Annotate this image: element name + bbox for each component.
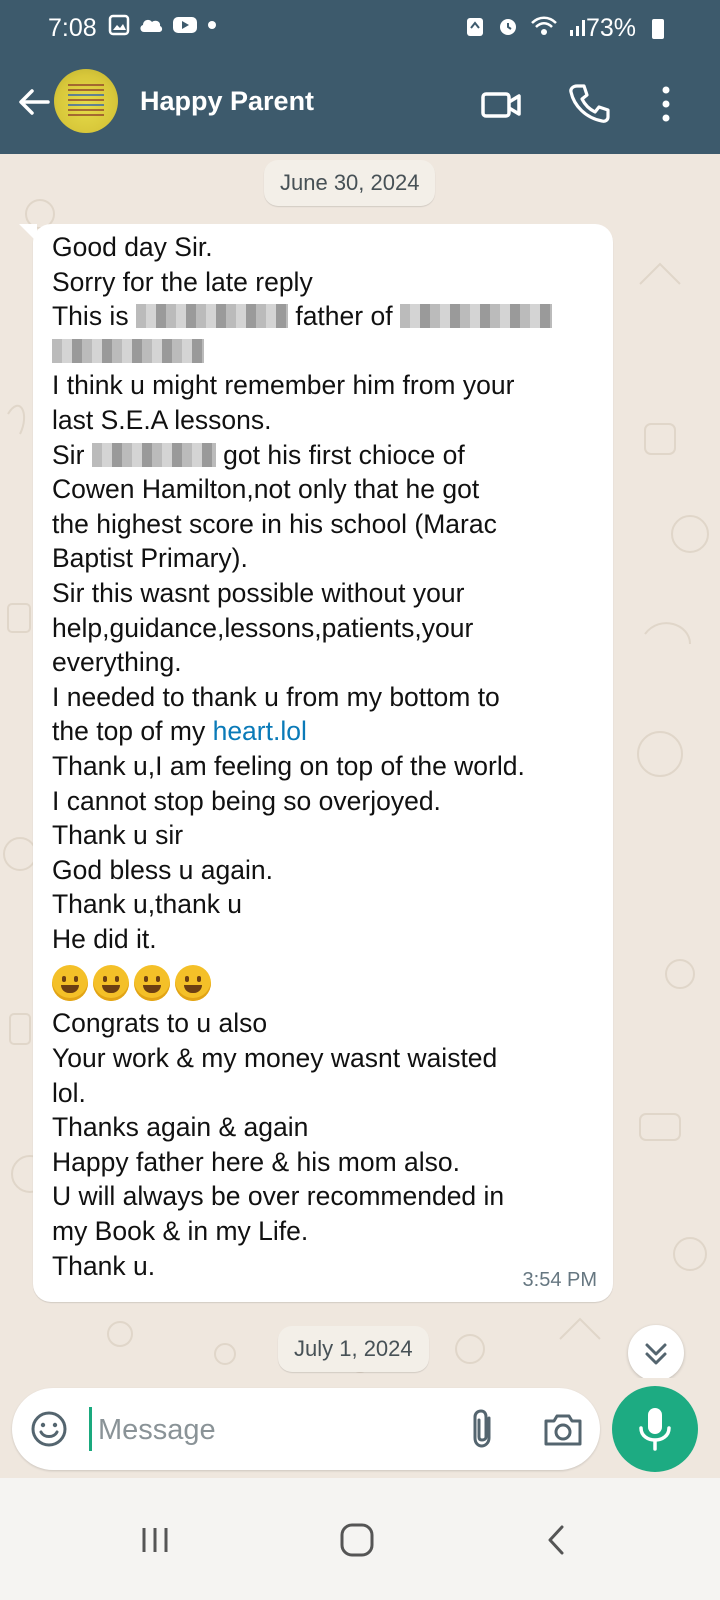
message-fragment: got his first chioce of — [223, 439, 465, 470]
home-icon[interactable] — [332, 1516, 382, 1564]
message-fragment: Sir — [52, 439, 85, 470]
cloud-icon — [140, 19, 163, 32]
recents-icon[interactable] — [130, 1516, 180, 1564]
message-line: Thanks again & again — [52, 1112, 309, 1143]
message-line: Baptist Primary). — [52, 543, 248, 574]
chat-area[interactable]: June 30, 2024 Good day Sir. Sorry for th… — [0, 154, 720, 1378]
message-fragment: This is — [52, 301, 129, 332]
contact-avatar[interactable] — [54, 69, 118, 133]
dot-icon — [208, 21, 216, 29]
message-line: last S.E.A lessons. — [52, 404, 272, 435]
alarm-icon — [500, 19, 516, 35]
wifi-icon — [531, 16, 557, 35]
grinning-face-emoji — [134, 965, 170, 1002]
smiling-face-emoji — [175, 965, 211, 1002]
back-arrow-icon[interactable] — [14, 82, 54, 122]
message-line: God bless u again. — [52, 854, 273, 885]
message-fragment: the top of my — [52, 716, 206, 747]
message-line: Thank u,thank u — [52, 889, 243, 920]
double-chevron-down-icon — [645, 1343, 667, 1365]
message-line: Happy father here & his mom also. — [52, 1146, 460, 1177]
date-separator: July 1, 2024 — [278, 1326, 429, 1372]
gallery-icon — [108, 14, 130, 36]
message-line: my Book & in my Life. — [52, 1216, 309, 1247]
message-line: Cowen Hamilton,not only that he got — [52, 474, 480, 505]
emoji-line — [52, 956, 612, 1006]
bubble-tail — [19, 224, 37, 242]
attachment-icon[interactable] — [468, 1408, 498, 1450]
youtube-icon — [173, 17, 197, 33]
camera-icon[interactable] — [542, 1412, 584, 1448]
message-text: Good day Sir. Sorry for the late reply T… — [52, 230, 612, 1283]
message-line: the top of my heart.lol — [52, 714, 612, 749]
microphone-icon — [639, 1408, 671, 1451]
message-bubble[interactable]: Good day Sir. Sorry for the late reply T… — [19, 224, 613, 1302]
message-line: the highest score in his school (Marac — [52, 508, 497, 539]
message-line: lol. — [52, 1077, 86, 1108]
redacted-name — [399, 304, 552, 329]
message-line: Good day Sir. — [52, 232, 213, 262]
emoji-icon[interactable] — [30, 1410, 68, 1448]
message-line: U will always be over recommended in — [52, 1181, 505, 1212]
back-icon[interactable] — [532, 1516, 582, 1564]
message-timestamp: 3:54 PM — [522, 1269, 597, 1291]
message-line: He did it. — [52, 923, 157, 954]
system-nav-bar — [0, 1478, 720, 1600]
scroll-to-bottom-button[interactable] — [628, 1325, 684, 1378]
message-input[interactable] — [96, 1406, 470, 1454]
more-vert-icon[interactable] — [654, 82, 678, 126]
redacted-name — [135, 304, 288, 329]
message-line: Your work & my money wasnt waisted — [52, 1043, 498, 1074]
microphone-button[interactable] — [612, 1386, 698, 1472]
message-composer — [12, 1388, 600, 1470]
message-line: Sorry for the late reply — [52, 266, 313, 297]
message-line: help,guidance,lessons,patients,your — [52, 612, 474, 643]
status-bar: 7:08 73% — [0, 0, 720, 60]
battery-percentage: 73% — [585, 14, 636, 42]
status-time: 7:08 — [48, 14, 97, 42]
message-line: Sir got his first chioce of — [52, 438, 612, 473]
smiling-face-emoji — [93, 965, 129, 1002]
message-line: This is father of — [52, 299, 612, 334]
redacted-name — [91, 442, 216, 467]
chat-header: Happy Parent — [0, 60, 720, 154]
message-line — [52, 334, 612, 369]
message-fragment: father of — [295, 301, 393, 332]
contact-name[interactable]: Happy Parent — [140, 86, 314, 117]
message-line: Thank u,I am feeling on top of the world… — [52, 750, 525, 781]
avatar-image — [68, 81, 104, 121]
phone-icon[interactable] — [568, 82, 610, 124]
message-line: Congrats to u also — [52, 1008, 268, 1039]
message-line: I needed to thank u from my bottom to — [52, 681, 500, 712]
date-separator: June 30, 2024 — [264, 160, 436, 206]
message-line: Sir this wasnt possible without your — [52, 577, 465, 608]
redacted-name — [52, 338, 204, 363]
message-line: Thank u sir — [52, 820, 184, 851]
message-line: I cannot stop being so overjoyed. — [52, 785, 441, 816]
video-call-icon[interactable] — [480, 84, 522, 126]
message-link[interactable]: heart.lol — [213, 716, 307, 746]
message-line: I think u might remember him from your — [52, 370, 515, 401]
grinning-face-emoji — [52, 965, 88, 1002]
battery-icon — [652, 19, 664, 39]
text-cursor — [89, 1407, 92, 1451]
recycle-icon — [467, 18, 483, 36]
message-line: everything. — [52, 647, 182, 678]
